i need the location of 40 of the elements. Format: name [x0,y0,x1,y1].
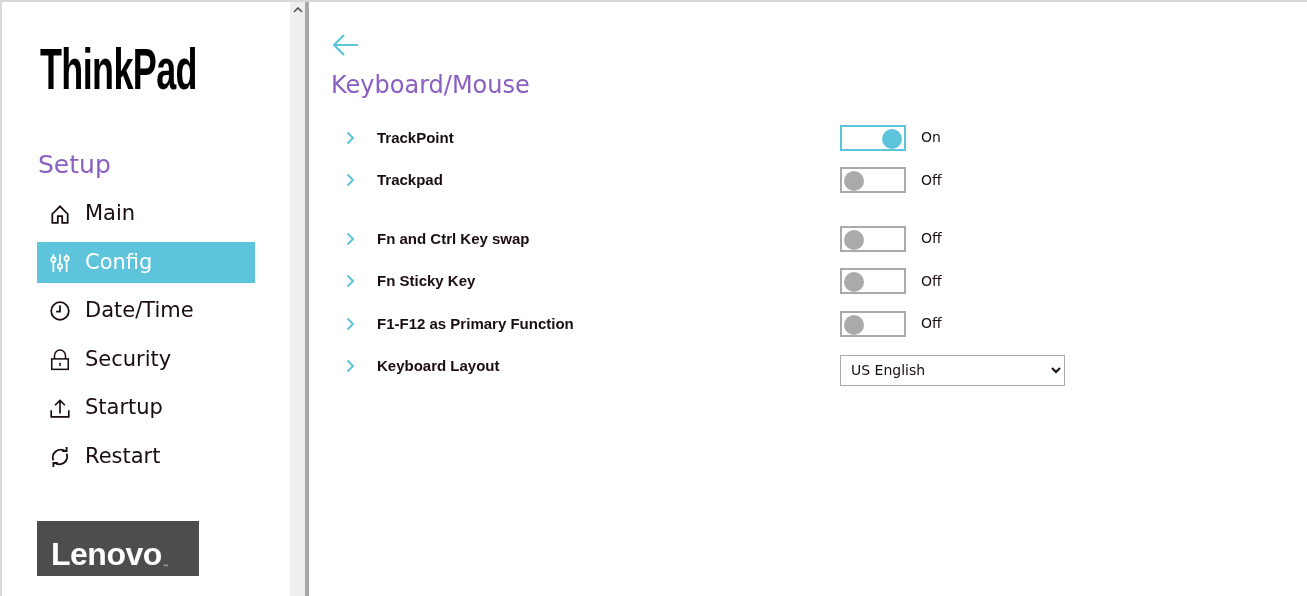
scroll-up-icon[interactable] [293,6,303,13]
setting-label: Trackpad [377,170,444,190]
sidebar-heading: Setup [38,149,112,181]
sidebar-item[interactable]: Restart [37,436,255,477]
sidebar-item[interactable]: Date/Time [37,290,255,332]
toggle-state-text: On [921,128,941,148]
sliders-icon [49,251,71,274]
back-arrow-icon[interactable] [331,32,359,57]
sidebar-item[interactable]: Main [37,193,255,235]
toggle-switch[interactable] [840,225,906,252]
lock-icon [49,348,71,371]
sidebar-item[interactable]: Security [37,339,255,380]
logo-text: ThinkPad [40,40,197,98]
chevron-right-icon[interactable] [346,130,355,145]
toggle-state-text: Off [921,170,942,190]
setting-label: Keyboard Layout [377,356,501,376]
toggle-state-text: Off [921,271,942,291]
sidebar-item[interactable]: Startup [37,387,255,429]
chevron-right-icon[interactable] [346,316,355,331]
toggle-switch[interactable] [840,124,906,151]
setting-label: Fn and Ctrl Key swap [377,228,531,249]
clock-icon [49,300,71,322]
logo-text: Lenovo [51,537,162,570]
toggle-state-text: Off [921,229,942,249]
chevron-right-icon[interactable] [346,173,355,188]
toggle-switch[interactable] [840,268,906,295]
chevron-right-icon[interactable] [346,359,355,374]
toggle-state-text: Off [921,314,942,334]
refresh-icon [49,445,71,468]
page-title: Keyboard/Mouse [331,69,531,101]
chevron-right-icon[interactable] [346,231,355,246]
toggle-switch[interactable] [840,310,906,337]
toggle-switch[interactable] [840,167,906,194]
setting-label: F1-F12 as Primary Function [377,313,575,334]
dropdown-select[interactable]: US English [840,354,1065,386]
setting-label: TrackPoint [377,127,455,148]
chevron-right-icon[interactable] [346,274,355,289]
home-icon [49,203,71,225]
setting-label: Fn Sticky Key [377,271,477,291]
upload-icon [49,397,71,419]
